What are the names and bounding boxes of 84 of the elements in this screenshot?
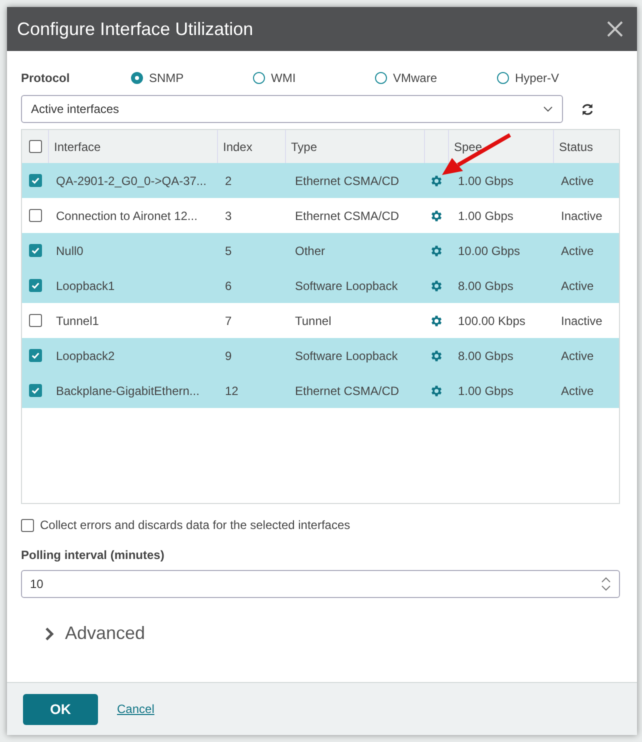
table-cell: 10.00 Gbps: [458, 244, 520, 258]
dialog-title: Configure Interface Utilization: [17, 18, 254, 41]
column-header: Type: [291, 138, 318, 156]
close-icon[interactable]: [607, 21, 623, 37]
checkbox-label: Collect errors and discards data for the selected interfaces: [40, 517, 350, 534]
radio-button[interactable]: [375, 72, 387, 84]
table-row[interactable]: Loopback2 9 Software Loopback 8.00 Gbps Active: [22, 338, 619, 373]
table-cell: Software Loopback: [295, 348, 398, 362]
radio-label: WMI: [271, 70, 296, 87]
table-cell: 100.00 Kbps: [458, 314, 526, 328]
row-checkbox[interactable]: [28, 279, 42, 292]
refresh-icon[interactable]: [581, 102, 594, 116]
table-cell: Loopback2: [56, 348, 115, 362]
column-header: Spee: [454, 138, 482, 156]
table-cell: 1.00 Gbps: [458, 208, 514, 222]
polling-interval-field[interactable]: 10: [21, 570, 620, 598]
column-header: Index: [223, 138, 252, 156]
table-cell: 6: [225, 278, 232, 292]
table-cell: 7: [225, 314, 232, 328]
table-cell: Inactive: [561, 314, 602, 328]
table-cell: Software Loopback: [295, 278, 398, 292]
row-checkbox[interactable]: [28, 384, 42, 397]
table-cell: Backplane-GigabitEthern...: [56, 384, 200, 398]
gear-icon[interactable]: [429, 244, 443, 258]
column-header: Status: [559, 138, 594, 156]
protocol-label: Protocol: [21, 70, 71, 87]
spinner-icon[interactable]: [601, 576, 611, 592]
table-cell: 12: [225, 384, 238, 398]
gear-icon[interactable]: [429, 384, 443, 398]
radio-button[interactable]: [131, 72, 143, 84]
chevron-icon: [45, 626, 54, 640]
table-row[interactable]: QA-2901-2_G0_0->QA-37... 2 Ethernet CSMA/CD 1.00 Gbps Active: [22, 163, 619, 198]
table-cell: Ethernet CSMA/CD: [295, 208, 400, 222]
row-checkbox[interactable]: [28, 314, 42, 327]
cancel-link[interactable]: Cancel: [117, 700, 154, 718]
table-cell: Null0: [56, 244, 84, 258]
table-cell: Ethernet CSMA/CD: [295, 384, 400, 398]
table-cell: 1.00 Gbps: [458, 384, 514, 398]
radio-button[interactable]: [253, 72, 265, 84]
filter-dropdown[interactable]: Active interfaces: [21, 95, 563, 123]
table-row[interactable]: Loopback1 6 Software Loopback 8.00 Gbps Active: [22, 268, 619, 303]
table-cell: Other: [295, 244, 326, 258]
row-checkbox[interactable]: [28, 174, 42, 187]
row-checkbox[interactable]: [28, 209, 42, 222]
table-cell: Inactive: [561, 208, 602, 222]
radio-label: SNMP: [149, 70, 184, 87]
table-cell: QA-2901-2_G0_0->QA-37...: [56, 174, 206, 188]
table-cell: 1.00 Gbps: [458, 174, 514, 188]
table-cell: 9: [225, 348, 232, 362]
advanced-toggle[interactable]: Advanced: [45, 620, 623, 647]
table-cell: Tunnel1: [56, 314, 99, 328]
table-cell: Active: [561, 174, 594, 188]
radio-label: VMware: [393, 70, 438, 87]
ok-button[interactable]: OK: [23, 694, 98, 724]
table-cell: Active: [561, 278, 594, 292]
table-cell: Loopback1: [56, 278, 115, 292]
polling-label: Polling interval (minutes): [21, 547, 166, 564]
column-header: Interface: [54, 138, 101, 156]
table-cell: Connection to Aironet 12...: [56, 208, 198, 222]
table-cell: 8.00 Gbps: [458, 278, 514, 292]
pointer-arrow: [440, 133, 512, 177]
chevron-down-icon: [543, 106, 553, 112]
gear-icon[interactable]: [429, 278, 443, 292]
table-row[interactable]: Backplane-GigabitEthern... 12 Ethernet CSMA/CD 1.00 Gbps Active: [22, 373, 619, 408]
radio-button[interactable]: [497, 72, 509, 84]
gear-icon[interactable]: [429, 314, 443, 328]
radio-label: Hyper-V: [515, 70, 560, 87]
gear-icon[interactable]: [429, 174, 443, 188]
select-all-checkbox[interactable]: [28, 140, 42, 153]
checkbox[interactable]: [21, 518, 34, 532]
row-checkbox[interactable]: [28, 244, 42, 257]
table-cell: 3: [225, 208, 232, 222]
table-row[interactable]: Null0 5 Other 10.00 Gbps Active: [22, 233, 619, 268]
table-cell: 8.00 Gbps: [458, 348, 514, 362]
row-checkbox[interactable]: [28, 349, 42, 362]
table-cell: Active: [561, 244, 594, 258]
table-cell: 2: [225, 174, 232, 188]
gear-icon[interactable]: [429, 208, 443, 222]
gear-icon[interactable]: [429, 348, 443, 362]
table-cell: 5: [225, 244, 232, 258]
table-cell: Tunnel: [295, 314, 332, 328]
table-cell: Active: [561, 384, 594, 398]
table-cell: Ethernet CSMA/CD: [295, 174, 400, 188]
table-cell: Active: [561, 348, 594, 362]
